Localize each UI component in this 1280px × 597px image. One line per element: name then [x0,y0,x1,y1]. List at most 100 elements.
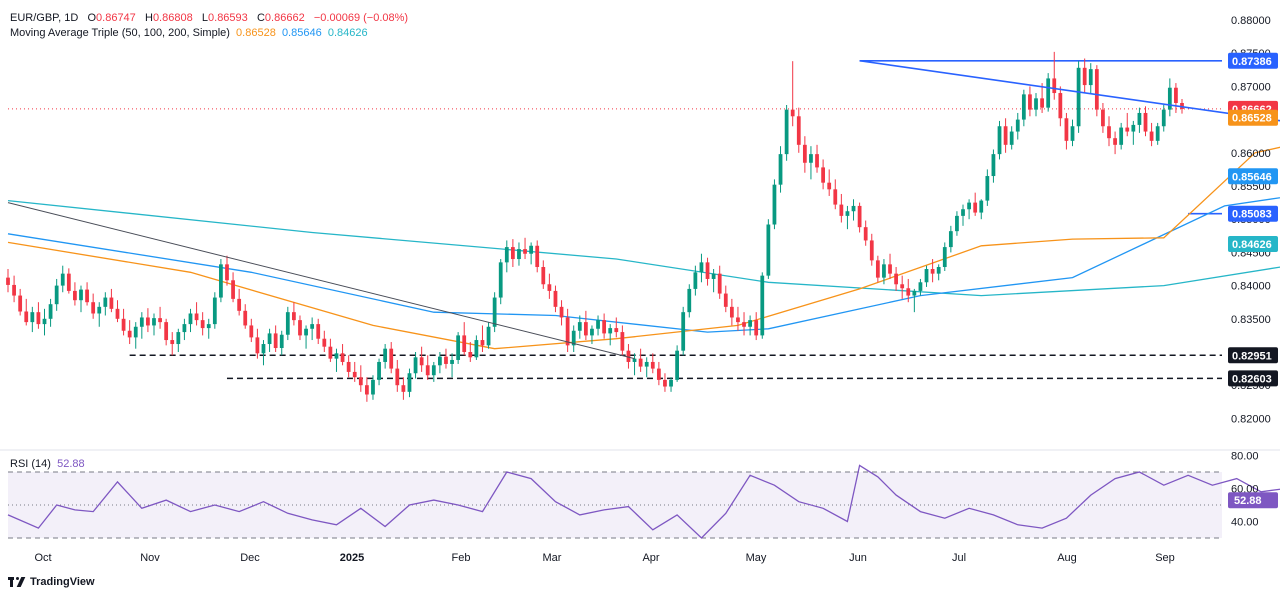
candle-body [796,116,801,145]
candle-body [656,368,661,380]
price-chart[interactable]: 0.880000.875000.870000.865000.860000.855… [0,0,1280,597]
candle-body [328,346,333,359]
candle-body [127,330,132,338]
time-axis[interactable]: Oct Nov Dec 2025 Feb Mar Apr May Jun Jul Aug Sep [34,552,1174,564]
candle-body [346,361,351,372]
candle-body [1009,131,1014,145]
candle-body [109,297,114,309]
close-value: 0.86662 [264,12,305,24]
candle-body [942,247,947,268]
candle-body [729,306,734,318]
candle-body [1058,93,1063,119]
price-tick-label: 0.83500 [1231,314,1271,326]
candle-body [389,348,394,369]
candle-body [742,322,746,327]
candle-body [79,289,83,301]
ma50-value: 0.86528 [236,27,276,39]
candle-body [754,320,759,336]
candle-body [882,264,886,278]
candle-body [237,298,242,311]
candle-body [523,249,527,254]
candle-body [48,304,53,319]
candle-body [839,204,844,216]
trendline [7,202,635,360]
candle-body [413,357,418,374]
candle-body [802,144,807,163]
candle-body [553,290,558,307]
tradingview-logo-icon [8,576,26,588]
candle-body [395,368,400,386]
candle-body [924,269,929,283]
candle-body [1155,126,1160,141]
candle-body [723,293,728,307]
candle-body [176,332,181,345]
candle-body [212,297,217,325]
time-tick-label: Aug [1057,552,1077,564]
price-tag-label: 0.85646 [1232,171,1272,183]
candle-body [930,269,935,274]
ma100-value: 0.85646 [281,27,322,39]
candle-body [340,353,345,362]
candle-body [188,313,193,325]
candle-body [1028,94,1032,110]
candle-body [462,335,467,352]
time-tick-label: Apr [642,552,659,564]
time-tick-label: May [746,552,767,564]
candle-body [711,273,716,279]
rsi-label[interactable]: RSI (14) [10,458,51,470]
candle-body [1076,67,1081,127]
price-tick-label: 0.82000 [1231,413,1271,425]
open-label: O [87,12,97,24]
candle-body [267,333,272,345]
candle-body [456,335,461,360]
time-tick-label: Mar [543,552,562,564]
low-value: 0.86593 [208,12,248,24]
candle-body [139,317,144,327]
candle-body [91,302,96,314]
candle-body [231,280,235,299]
candle-body [809,154,813,163]
close-label: C [256,12,265,24]
ma-title[interactable]: Moving Average Triple (50, 100, 200, Sim… [10,27,230,39]
candle-body [705,262,710,279]
candle-body [638,358,643,367]
candle-body [529,245,534,254]
candle-body [693,272,698,289]
candlestick-series [6,51,1184,402]
candle-body [900,284,905,289]
tradingview-logo[interactable]: TradingView [8,576,95,588]
price-tick-label: 0.88000 [1231,15,1271,27]
candle-body [510,247,515,260]
candle-body [687,288,692,313]
candle-body [535,245,540,268]
candle-body [1119,127,1124,145]
candle-body [1149,131,1154,141]
candle-body [1015,119,1020,132]
candle-body [644,361,649,367]
candle-body [146,317,150,326]
time-tick-label: 2025 [340,552,364,564]
candle-body [973,202,978,213]
price-tag-label: 0.82603 [1232,373,1272,385]
time-tick-label: Dec [240,552,260,564]
candle-body [517,249,521,260]
candle-body [352,371,357,378]
candle-body [322,338,327,347]
candle-body [851,205,856,212]
candle-body [547,284,552,291]
price-tag-label: 0.82951 [1232,350,1272,362]
candle-body [918,282,923,291]
candle-body [1161,109,1166,127]
candle-body [97,306,102,314]
candle-body [304,328,308,336]
candle-body [1052,78,1057,94]
candle-body [24,311,29,323]
candle-body [42,318,47,325]
candle-body [1107,126,1111,139]
candle-body [60,273,65,286]
candle-body [158,318,162,323]
ma100-line [7,197,1280,333]
candle-body [1003,126,1008,145]
symbol-label[interactable]: EUR/GBP, 1D [10,12,78,24]
candle-body [431,365,436,376]
